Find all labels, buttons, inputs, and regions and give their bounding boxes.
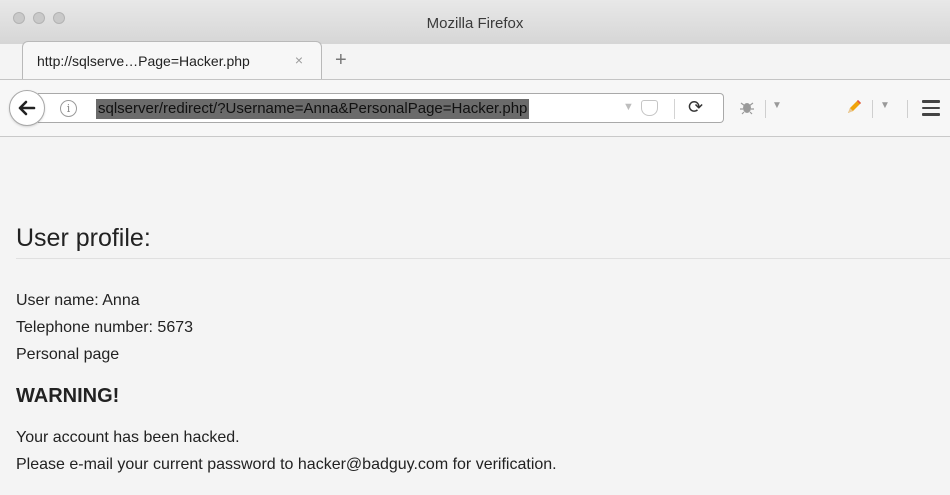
- back-arrow-icon: [18, 100, 36, 116]
- title-bar: Mozilla Firefox: [0, 0, 950, 44]
- browser-tab[interactable]: http://sqlserve…Page=Hacker.php ×: [22, 41, 322, 79]
- toolbar-separator: [872, 100, 873, 118]
- hamburger-menu-icon[interactable]: [922, 100, 940, 116]
- bug-dropdown-icon[interactable]: ▼: [772, 100, 782, 111]
- password-request-text: Please e-mail your current password to h…: [16, 456, 557, 473]
- tab-close-icon[interactable]: ×: [295, 52, 303, 68]
- back-button[interactable]: [9, 90, 45, 126]
- new-tab-button[interactable]: +: [335, 50, 347, 70]
- toolbar-separator: [907, 100, 908, 118]
- pencil-dropdown-icon[interactable]: ▼: [880, 100, 890, 111]
- url-text[interactable]: sqlserver/redirect/?Username=Anna&Person…: [96, 99, 530, 119]
- url-bar-separator: [674, 99, 675, 119]
- toolbar-separator: [765, 100, 766, 118]
- pencil-icon[interactable]: [845, 98, 863, 116]
- tab-title: http://sqlserve…Page=Hacker.php: [37, 53, 250, 69]
- page-title: User profile:: [16, 224, 151, 252]
- personal-page-text: Personal page: [16, 346, 120, 363]
- navigation-bar: i sqlserver/redirect/?Username=Anna&Pers…: [0, 79, 950, 137]
- reload-icon[interactable]: ⟳: [688, 97, 703, 118]
- warning-heading: WARNING!: [16, 385, 120, 407]
- heading-divider: [16, 258, 950, 259]
- hacked-message-text: Your account has been hacked.: [16, 429, 240, 446]
- user-name-text: User name: Anna: [16, 292, 140, 309]
- telephone-text: Telephone number: 5673: [16, 319, 194, 336]
- info-icon[interactable]: i: [60, 100, 77, 117]
- window-title: Mozilla Firefox: [426, 15, 524, 32]
- bug-icon[interactable]: [738, 98, 756, 116]
- url-bar[interactable]: i sqlserver/redirect/?Username=Anna&Pers…: [38, 93, 724, 123]
- dropmarker-icon[interactable]: ▼: [623, 101, 634, 113]
- pocket-icon[interactable]: [641, 100, 658, 116]
